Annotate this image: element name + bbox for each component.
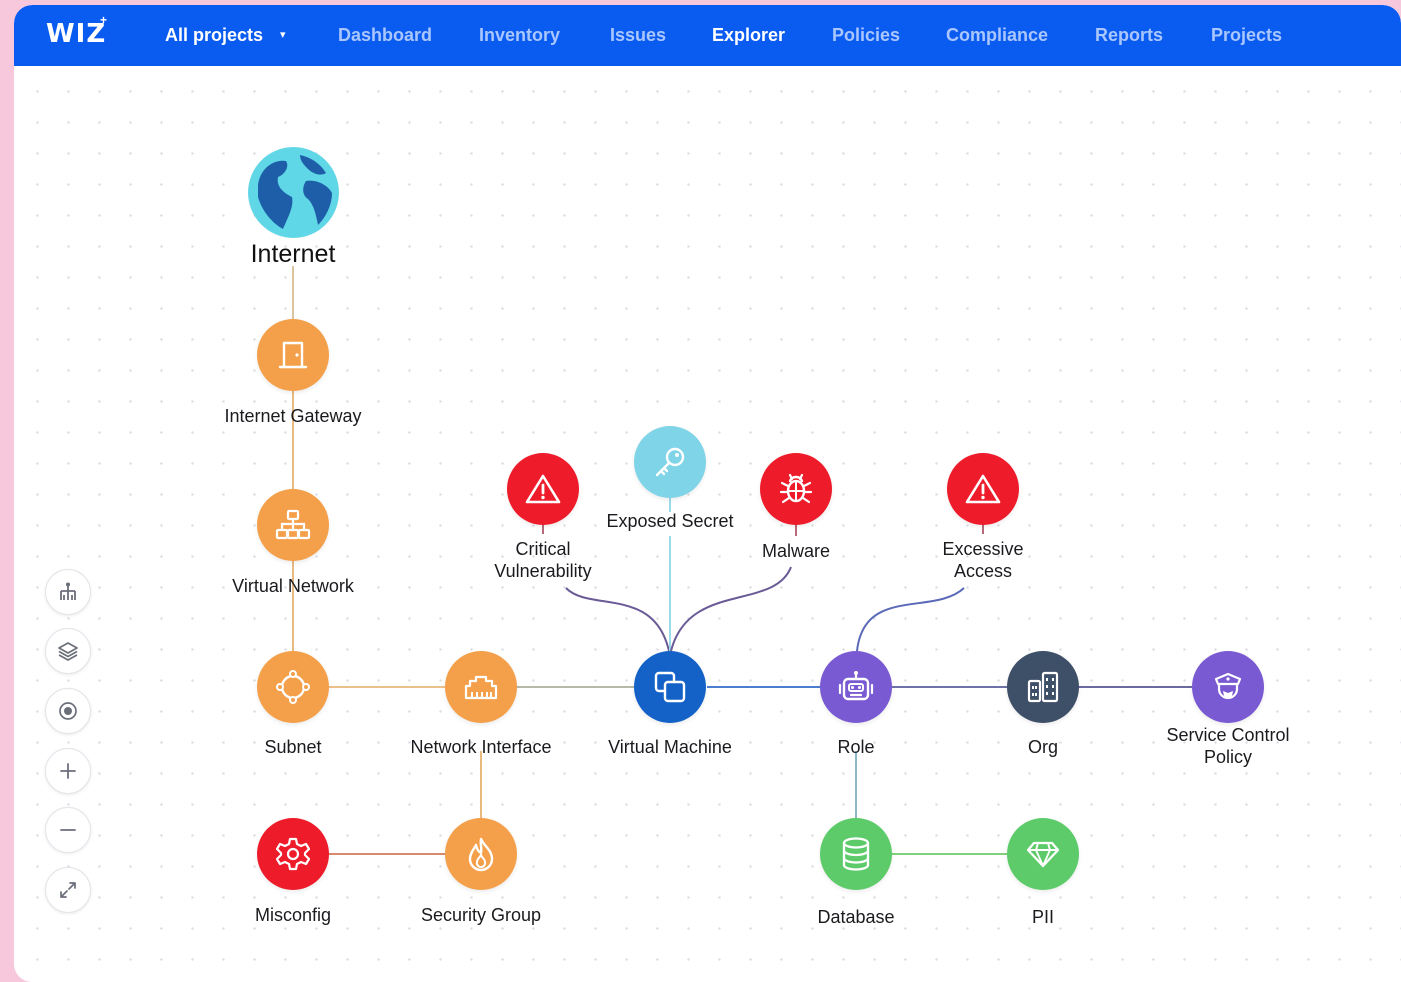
app-window: WIZ + All projects ▾ Dashboard Inventory… [14, 5, 1401, 982]
nav-projects[interactable]: Projects [1211, 25, 1282, 46]
zoom-in-icon [60, 763, 76, 779]
warning-icon [965, 474, 1001, 504]
malware-label: Malware [761, 541, 831, 561]
top-navigation-bar: WIZ + All projects ▾ Dashboard Inventory… [14, 5, 1401, 66]
target-icon [59, 702, 77, 720]
excessive-access-node[interactable] [947, 453, 1019, 525]
nav-compliance[interactable]: Compliance [946, 25, 1048, 46]
zoom-in-button[interactable] [45, 748, 91, 794]
nav-reports[interactable]: Reports [1095, 25, 1163, 46]
subnet-icon [276, 670, 310, 704]
database-label: Database [817, 907, 895, 927]
flame-icon [468, 837, 494, 872]
edge-vuln-vm [565, 587, 670, 652]
building-icon [1027, 671, 1059, 703]
exposed-secret-label: Exposed Secret [606, 511, 734, 531]
org-node[interactable] [1007, 651, 1079, 723]
nav-inventory[interactable]: Inventory [479, 25, 560, 46]
explorer-graph-canvas[interactable]: Internet Internet Gateway Virtual Networ… [14, 66, 1401, 982]
internet-gateway-node[interactable] [257, 319, 329, 391]
database-icon [842, 837, 870, 871]
pii-label: PII [1031, 907, 1054, 927]
network-icon [275, 509, 311, 540]
logo-mark: + [100, 13, 108, 27]
security-group-label: Security Group [420, 905, 542, 925]
zoom-out-icon [60, 829, 76, 831]
nav-dashboard[interactable]: Dashboard [338, 25, 432, 46]
globe-icon [248, 147, 339, 238]
service-control-policy-label-line1: Service Control [1166, 725, 1290, 745]
layers-icon [58, 642, 78, 661]
excessive-access-label-line1: Excessive [942, 539, 1024, 559]
warning-icon [525, 474, 561, 504]
nav-issues[interactable]: Issues [610, 25, 666, 46]
critical-vulnerability-label: Critical Vulnerability [443, 538, 643, 582]
service-control-policy-label-line2: Policy [1203, 747, 1252, 767]
police-icon [1214, 672, 1242, 700]
subnet-label: Subnet [264, 737, 322, 757]
pii-node[interactable] [1007, 818, 1079, 890]
all-projects-dropdown[interactable]: All projects [165, 25, 263, 46]
excessive-access-label-line2: Access [953, 561, 1013, 581]
edge-malware-vm [670, 566, 792, 652]
hierarchy-icon [60, 582, 76, 600]
critical-vulnerability-label-line2: Vulnerability [494, 561, 592, 581]
service-control-policy-label: Service Control Policy [1128, 724, 1328, 768]
network-interface-node[interactable] [445, 651, 517, 723]
nav-explorer[interactable]: Explorer [712, 25, 785, 46]
internet-node[interactable] [248, 147, 339, 238]
fit-to-screen-button[interactable] [45, 867, 91, 913]
layers-button[interactable] [45, 628, 91, 674]
wiz-logo[interactable]: WIZ [46, 19, 106, 49]
focus-button[interactable] [45, 688, 91, 734]
diamond-icon [1026, 841, 1060, 868]
exposed-secret-node[interactable] [634, 426, 706, 498]
chevron-down-icon[interactable]: ▾ [280, 28, 286, 41]
subnet-node[interactable] [257, 651, 329, 723]
robot-icon [838, 671, 874, 701]
misconfig-node[interactable] [257, 818, 329, 890]
virtual-network-node[interactable] [257, 489, 329, 561]
malware-node[interactable] [760, 453, 832, 525]
virtual-network-label: Virtual Network [232, 576, 354, 596]
edge-access-role [856, 587, 965, 652]
role-node[interactable] [820, 651, 892, 723]
misconfig-label: Misconfig [254, 905, 332, 925]
security-group-node[interactable] [445, 818, 517, 890]
excessive-access-label: Excessive Access [883, 538, 1083, 582]
critical-vulnerability-label-line1: Critical [515, 539, 571, 559]
bug-icon [779, 473, 813, 504]
door-icon [278, 341, 308, 369]
service-control-policy-node[interactable] [1192, 651, 1264, 723]
hierarchy-layout-button[interactable] [45, 569, 91, 615]
org-label: Org [1027, 737, 1058, 757]
zoom-out-button[interactable] [45, 807, 91, 853]
virtual-machine-label: Virtual Machine [608, 737, 732, 757]
expand-icon [60, 882, 76, 898]
key-icon [655, 447, 685, 477]
critical-vulnerability-node[interactable] [507, 453, 579, 525]
internet-label: Internet [250, 240, 336, 268]
role-label: Role [837, 737, 875, 757]
database-node[interactable] [820, 818, 892, 890]
gear-icon [275, 837, 311, 871]
ethernet-icon [464, 675, 498, 700]
vm-icon [654, 671, 686, 703]
virtual-machine-node[interactable] [634, 651, 706, 723]
network-interface-label: Network Interface [410, 737, 552, 757]
internet-gateway-label: Internet Gateway [224, 406, 362, 426]
nav-policies[interactable]: Policies [832, 25, 900, 46]
